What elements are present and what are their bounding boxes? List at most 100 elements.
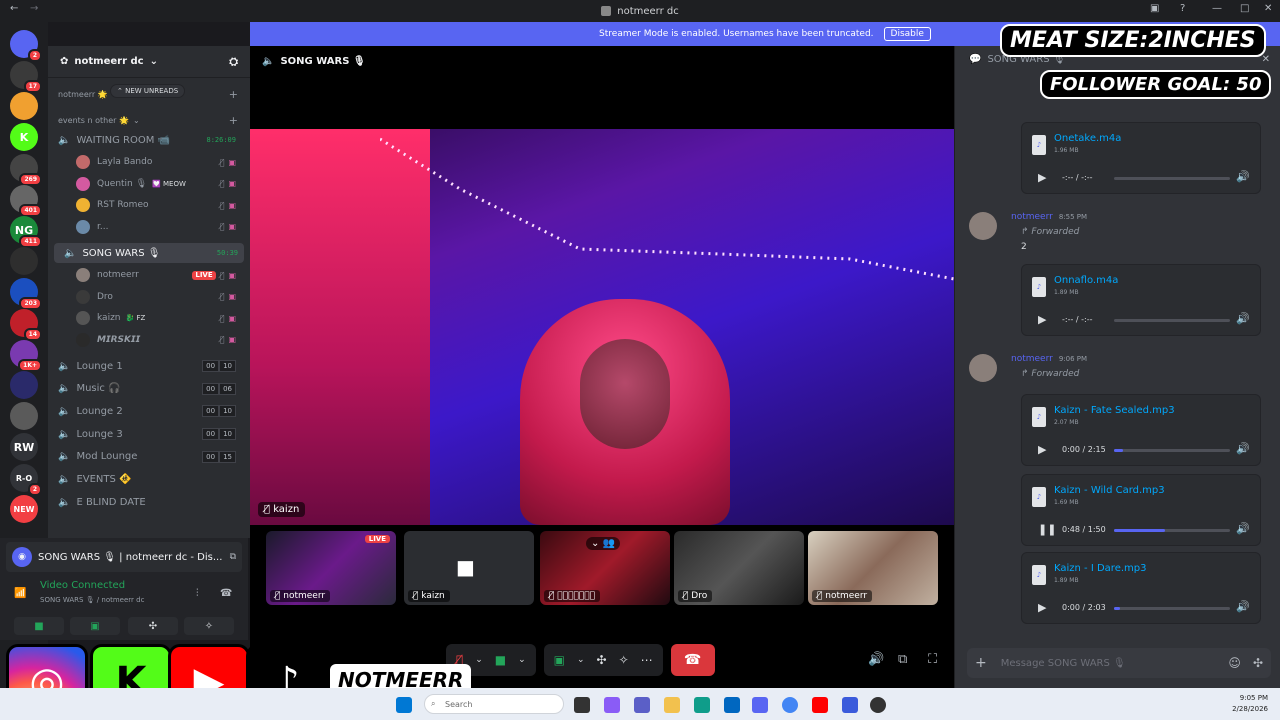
voice-channel[interactable]: 🔈 Music 🎧 00 06: [48, 379, 248, 399]
server-icon[interactable]: 269: [10, 154, 42, 186]
audio-attachment[interactable]: ♪ Onnaflo.m4a 1.89 MB ▶ -:-- / -:-- 🔊: [1021, 264, 1261, 336]
server-icon[interactable]: [10, 247, 38, 275]
message-input[interactable]: + Message SONG WARS 🎙 ☺ ✣: [967, 648, 1271, 678]
server-icon[interactable]: NEW: [10, 495, 38, 523]
copilot-icon[interactable]: [604, 697, 620, 713]
audio-attachment[interactable]: ♪ Kaizn - Fate Sealed.mp3 2.07 MB ▶ 0:00 / 2…: [1021, 394, 1261, 466]
voice-user[interactable]: notmeerr LIVE 🎙̸ ▣: [76, 265, 246, 285]
message-author[interactable]: notmeerr: [1011, 354, 1053, 364]
chevron-down-icon[interactable]: ⌄: [475, 655, 483, 665]
pause-icon[interactable]: ❚❚: [1038, 523, 1056, 536]
soundboard-icon[interactable]: ✧: [619, 653, 629, 667]
voice-channel[interactable]: 🔈 E BLIND DATE: [48, 492, 248, 512]
fullscreen-icon[interactable]: ⛶: [928, 652, 937, 667]
play-icon[interactable]: ▶: [1038, 443, 1046, 456]
audio-seek-bar[interactable]: [1114, 177, 1230, 180]
voice-channel[interactable]: 🔈 Lounge 2 00 10: [48, 401, 248, 421]
add-attachment-icon[interactable]: +: [975, 655, 987, 671]
close-icon[interactable]: ✕: [1264, 3, 1272, 14]
system-clock[interactable]: 9:05 PM 2/28/2026: [1232, 693, 1268, 715]
avatar[interactable]: [969, 212, 997, 240]
server-icon[interactable]: 17: [10, 61, 42, 93]
more-icon[interactable]: ⋯: [641, 653, 653, 667]
noise-suppression-icon[interactable]: ⫶: [196, 588, 199, 599]
chevron-down-icon[interactable]: ⌄: [577, 655, 585, 665]
server-icon[interactable]: K: [10, 123, 38, 151]
volume-icon[interactable]: 🔊: [1236, 170, 1250, 183]
activities-icon[interactable]: ✣: [597, 653, 607, 667]
store-icon[interactable]: [724, 697, 740, 713]
audio-seek-bar[interactable]: [1114, 607, 1230, 610]
server-icon[interactable]: RW: [10, 433, 38, 461]
chevron-down-icon[interactable]: ⌄: [518, 655, 526, 665]
screenshare-button[interactable]: ▣: [70, 617, 120, 635]
minimize-icon[interactable]: —: [1212, 3, 1222, 14]
inbox-icon[interactable]: ▣: [1150, 3, 1159, 14]
audio-attachment[interactable]: ♪ Onetake.m4a 1.96 MB ▶ -:-- / -:-- 🔊: [1021, 122, 1261, 194]
video-tile[interactable]: 🎙̸ notmeerr: [808, 531, 938, 605]
voice-panel-header[interactable]: ◉ SONG WARS 🎙 | notmeerr dc - Dis... ⧉: [6, 542, 242, 572]
file-explorer-icon[interactable]: [664, 697, 680, 713]
group-icon[interactable]: ⌄ 👥: [586, 537, 621, 550]
server-icon[interactable]: R-O 2: [10, 464, 42, 496]
attachment-name[interactable]: Kaizn - Fate Sealed.mp3: [1054, 405, 1175, 416]
forward-arrow-icon[interactable]: →: [30, 3, 38, 14]
screenshare-icon[interactable]: ▣: [554, 653, 565, 667]
popout-icon[interactable]: ⧉: [898, 652, 907, 667]
obs-icon[interactable]: [870, 697, 886, 713]
edge-icon[interactable]: [694, 697, 710, 713]
channel-song-wars[interactable]: 🔈 SONG WARS 🎙 50:39: [54, 243, 244, 263]
volume-icon[interactable]: 🔊: [1236, 442, 1250, 455]
video-tile[interactable]: LIVE 🎙̸ notmeerr: [266, 531, 396, 605]
start-icon[interactable]: [396, 697, 412, 713]
video-tile[interactable]: ⌄ 👥 🎙̸ 𝙈𝙄𝙍𝙎𝙆𝙄𝙄: [540, 531, 670, 605]
signal-icon[interactable]: 📶: [14, 588, 26, 599]
category-events[interactable]: events n other 🌟 ⌄: [58, 116, 140, 125]
help-icon[interactable]: ?: [1180, 3, 1185, 14]
audio-seek-bar[interactable]: [1114, 449, 1230, 452]
video-tile[interactable]: ■ 🎙̸ kaizn: [404, 531, 534, 605]
server-icon[interactable]: 1K+: [10, 340, 42, 372]
teams-icon[interactable]: [634, 697, 650, 713]
main-video-feed[interactable]: 🎙̸ kaizn: [250, 129, 954, 525]
voice-channel[interactable]: 🔈 Lounge 3 00 10: [48, 424, 248, 444]
volume-icon[interactable]: 🔊: [1236, 600, 1250, 613]
popout-icon[interactable]: ⧉: [230, 552, 236, 562]
server-icon[interactable]: 401: [10, 185, 42, 217]
server-icon[interactable]: 203: [10, 278, 42, 310]
audio-attachment[interactable]: ♪ Kaizn - Wild Card.mp3 1.69 MB ❚❚ 0:48 / 1:…: [1021, 474, 1261, 546]
attachment-name[interactable]: Kaizn - Wild Card.mp3: [1054, 485, 1165, 496]
back-arrow-icon[interactable]: ←: [10, 3, 18, 14]
server-icon[interactable]: 14: [10, 309, 42, 341]
voice-channel[interactable]: 🔈 Lounge 1 00 10: [48, 356, 248, 376]
audio-seek-bar[interactable]: [1114, 529, 1230, 532]
server-icon[interactable]: [10, 402, 38, 430]
play-icon[interactable]: ▶: [1038, 313, 1046, 326]
new-unreads-pill[interactable]: ⌃ NEW UNREADS: [110, 84, 186, 98]
channel-waiting-room[interactable]: 🔈 WAITING ROOM 📹 8:26:09: [48, 130, 248, 150]
voice-user[interactable]: kaizn 🐉 FZ 🎙̸ ▣: [76, 308, 246, 328]
close-icon[interactable]: ✕: [1262, 54, 1270, 65]
attachment-name[interactable]: Onnaflo.m4a: [1054, 275, 1118, 286]
voice-user[interactable]: Layla Bando 🎙̸ ▣: [76, 152, 246, 172]
voice-user[interactable]: Dro 🎙̸ ▣: [76, 287, 246, 307]
voice-user[interactable]: RST Romeo 🎙̸ ▣: [76, 195, 246, 215]
add-channel-icon[interactable]: +: [229, 88, 238, 101]
youtube-taskbar-icon[interactable]: [812, 697, 828, 713]
voice-user[interactable]: Quentin 🎙 💟 MEOW 🎙̸ ▣: [76, 174, 246, 194]
audio-seek-bar[interactable]: [1114, 319, 1230, 322]
maximize-icon[interactable]: □: [1240, 3, 1249, 14]
video-tile[interactable]: 🎙̸ Dro: [674, 531, 804, 605]
audio-attachment[interactable]: ♪ Kaizn - I Dare.mp3 1.89 MB ▶ 0:00 / 2:03 🔊: [1021, 552, 1261, 624]
app-icon[interactable]: [842, 697, 858, 713]
soundboard-button[interactable]: ✧: [184, 617, 234, 635]
play-icon[interactable]: ▶: [1038, 601, 1046, 614]
voice-user[interactable]: 𝙈𝙄𝙍𝙎𝙆𝙄𝙄 🎙̸ ▣: [76, 330, 246, 350]
category-notmeerr[interactable]: notmeerr 🌟: [58, 90, 108, 99]
server-icon[interactable]: [10, 92, 38, 120]
disable-streamer-mode-button[interactable]: Disable: [883, 27, 931, 41]
voice-channel[interactable]: 🔈 EVENTS 🚸: [48, 470, 248, 490]
attachment-name[interactable]: Onetake.m4a: [1054, 133, 1121, 144]
disconnect-icon[interactable]: ☎: [220, 588, 232, 599]
discord-taskbar-icon[interactable]: [752, 697, 768, 713]
